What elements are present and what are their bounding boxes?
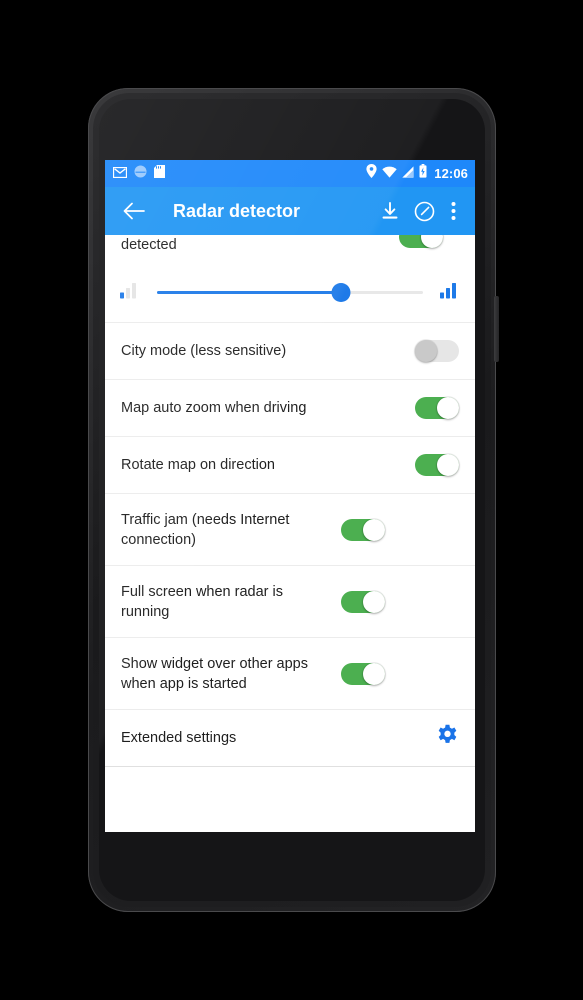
gmail-icon	[112, 165, 128, 183]
settings-row-label: Map auto zoom when driving	[121, 400, 307, 416]
status-notification-icons	[112, 164, 366, 183]
app-screen: 12:06 Radar detector detected City mode …	[105, 160, 475, 832]
settings-rows: City mode (less sensitive) Map auto zoom …	[105, 323, 475, 710]
phone-mockup: 12:06 Radar detector detected City mode …	[0, 0, 583, 1000]
battery-icon	[419, 164, 427, 183]
settings-row-label: Traffic jam (needs Internet connection)	[121, 511, 290, 548]
status-system-icons: 12:06	[366, 164, 468, 183]
cellular-signal-icon	[402, 165, 414, 183]
slider-thumb[interactable]	[331, 283, 351, 302]
app-bar: Radar detector	[105, 187, 475, 235]
settings-row-toggle[interactable]	[415, 397, 459, 419]
settings-row-toggle[interactable]	[415, 340, 459, 362]
settings-row[interactable]: Show widget over other apps when app is …	[105, 638, 475, 710]
settings-row[interactable]: City mode (less sensitive)	[105, 323, 475, 380]
settings-row-toggle[interactable]	[341, 518, 385, 541]
volume-high-icon	[439, 282, 461, 304]
page-title: Radar detector	[173, 200, 301, 221]
sync-circle-icon	[134, 165, 147, 183]
settings-row[interactable]: Traffic jam (needs Internet connection)	[105, 494, 475, 566]
download-icon[interactable]	[373, 194, 407, 228]
volume-low-icon	[119, 282, 141, 304]
extended-settings-label: Extended settings	[121, 730, 237, 746]
toggle-knob	[415, 340, 437, 362]
slider-track-fill	[157, 291, 341, 294]
sensitivity-slider-row[interactable]	[105, 263, 475, 323]
settings-row-toggle[interactable]	[415, 454, 459, 476]
settings-row-label: detected	[121, 237, 177, 253]
settings-row-toggle[interactable]	[341, 662, 385, 685]
settings-row[interactable]: Full screen when radar is running	[105, 566, 475, 638]
gear-icon[interactable]	[436, 724, 459, 752]
settings-row-label: Rotate map on direction	[121, 457, 275, 473]
toggle-knob	[363, 590, 385, 613]
settings-list: detected City mode (less sensitive) Map …	[105, 235, 475, 832]
wifi-icon	[382, 165, 397, 183]
settings-row[interactable]: Map auto zoom when driving	[105, 380, 475, 437]
back-arrow-icon[interactable]	[117, 194, 151, 228]
overflow-menu-icon[interactable]	[441, 194, 465, 228]
settings-row-label: Show widget over other apps when app is …	[121, 655, 308, 692]
settings-row-toggle[interactable]	[341, 590, 385, 613]
toggle-knob	[363, 662, 385, 685]
extended-settings-row[interactable]: Extended settings	[105, 710, 475, 767]
toggle-knob	[437, 454, 459, 476]
settings-row-label: City mode (less sensitive)	[121, 343, 287, 359]
settings-row-label: Full screen when radar is running	[121, 583, 283, 620]
sensitivity-slider[interactable]	[157, 283, 423, 303]
toggle-knob	[363, 518, 385, 541]
speedometer-icon[interactable]	[407, 194, 441, 228]
settings-row-clipped[interactable]: detected	[105, 235, 475, 263]
status-bar: 12:06	[105, 160, 475, 187]
settings-row[interactable]: Rotate map on direction	[105, 437, 475, 494]
power-button[interactable]	[494, 296, 499, 362]
sd-card-icon	[154, 164, 165, 183]
toggle-knob	[437, 397, 459, 419]
location-pin-icon	[366, 164, 377, 183]
settings-row-toggle[interactable]	[399, 235, 443, 248]
status-clock: 12:06	[434, 166, 468, 181]
